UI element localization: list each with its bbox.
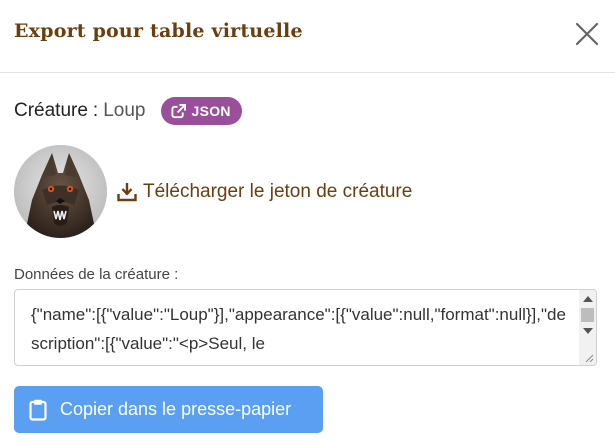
resize-handle-icon[interactable] xyxy=(584,353,594,363)
json-badge-label: JSON xyxy=(191,103,231,119)
wolf-portrait xyxy=(14,145,107,238)
copy-to-clipboard-button[interactable]: Copier dans le presse-papier xyxy=(14,386,323,433)
scroll-thumb[interactable] xyxy=(581,308,594,322)
creature-avatar xyxy=(14,145,107,238)
download-token-label: Télécharger le jeton de créature xyxy=(143,181,413,202)
close-icon xyxy=(575,22,599,46)
creature-name: Loup xyxy=(103,100,146,121)
scroll-up-icon[interactable] xyxy=(583,296,593,302)
close-button[interactable] xyxy=(573,20,601,48)
download-icon xyxy=(117,183,137,202)
scroll-down-icon[interactable] xyxy=(583,328,593,334)
download-token-link[interactable]: Télécharger le jeton de créature xyxy=(117,181,412,203)
external-link-icon xyxy=(171,103,187,118)
creature-label: Créature xyxy=(14,100,88,121)
creature-data-value[interactable]: {"name":[{"value":"Loup"}],"appearance":… xyxy=(31,300,571,358)
json-badge-button[interactable]: JSON xyxy=(161,97,242,125)
creature-data-textarea[interactable]: {"name":[{"value":"Loup"}],"appearance":… xyxy=(14,289,597,366)
modal-header: Export pour table virtuelle xyxy=(0,0,615,73)
copy-to-clipboard-label: Copier dans le presse-papier xyxy=(60,399,292,419)
creature-line: Créature : Loup JSON xyxy=(14,96,242,126)
creature-separator: : xyxy=(92,100,99,121)
clipboard-icon xyxy=(29,399,47,421)
modal-title: Export pour table virtuelle xyxy=(14,20,303,42)
creature-data-label: Données de la créature : xyxy=(14,266,179,283)
